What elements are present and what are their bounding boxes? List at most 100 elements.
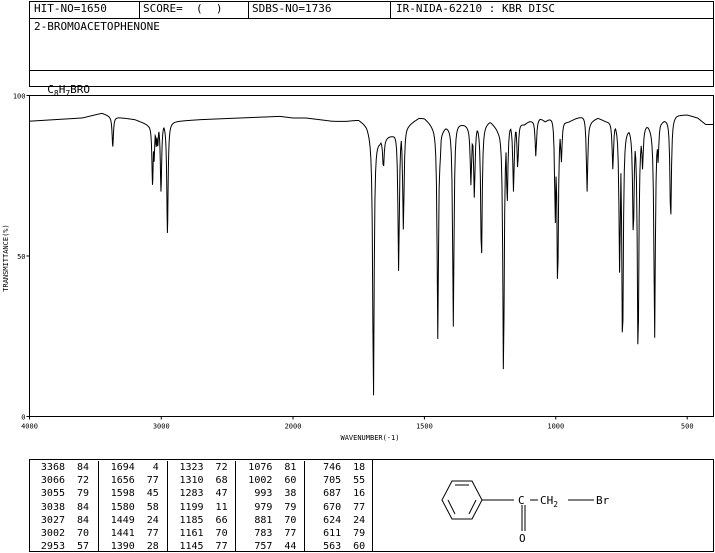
peak-transmittance: 66 — [215, 514, 228, 526]
peak-transmittance: 77 — [353, 501, 366, 513]
peak-transmittance: 11 — [215, 501, 228, 513]
peak-transmittance: 60 — [353, 541, 366, 553]
peak-wavenumber: 611 — [323, 528, 342, 540]
peak-wavenumber: 1323 — [179, 462, 204, 473]
y-axis-label: TRANSMITTANCE(%) — [2, 224, 10, 291]
peak-row: 3038 84 — [35, 501, 98, 514]
peak-wavenumber: 705 — [323, 475, 342, 487]
peak-row: 746 18 — [311, 461, 373, 474]
y-tick-label: 50 — [17, 253, 25, 261]
peak-wavenumber: 3066 — [40, 475, 65, 487]
peak-transmittance: 60 — [284, 475, 297, 487]
peak-wavenumber: 979 — [254, 501, 273, 513]
peak-row: 670 77 — [311, 501, 373, 514]
peak-row: 1449 24 — [105, 514, 167, 527]
peak-transmittance: 81 — [284, 462, 297, 473]
x-tick-label: 1500 — [416, 423, 433, 431]
y-axis-ticks: 100 50 0 — [13, 93, 30, 422]
peak-transmittance: 16 — [353, 488, 366, 500]
peak-transmittance: 84 — [76, 514, 89, 526]
peak-row: 1580 58 — [105, 501, 167, 514]
peak-transmittance: 4 — [152, 462, 159, 473]
peak-wavenumber: 563 — [323, 541, 342, 553]
peak-transmittance: 70 — [76, 528, 89, 540]
peak-transmittance: 79 — [76, 488, 89, 500]
peak-row: 1185 66 — [174, 514, 236, 527]
peak-row: 979 79 — [242, 501, 304, 514]
spectrum-trace — [29, 112, 714, 396]
peak-row: 3055 79 — [35, 487, 98, 500]
peak-wavenumber: 1598 — [110, 488, 135, 500]
peak-transmittance: 44 — [284, 541, 297, 553]
x-tick-label: 3000 — [153, 423, 170, 431]
oxygen-atom: O — [519, 532, 526, 545]
peak-table: 3368 84 3066 72 3055 79 3038 84 3027 84 3002 70 2953… — [29, 461, 373, 553]
peak-wavenumber: 3027 — [40, 514, 65, 526]
peak-row: 624 24 — [311, 514, 373, 527]
peak-column: 1323 72 1310 68 1283 47 1199 11 1185 66 1161 70 1145… — [166, 461, 236, 553]
peak-row: 611 79 — [311, 527, 373, 540]
peak-transmittance: 84 — [76, 462, 89, 473]
peak-wavenumber: 1076 — [248, 462, 273, 473]
ch2-group: CH2 — [540, 494, 558, 509]
peak-transmittance: 24 — [146, 514, 159, 526]
peak-transmittance: 47 — [215, 488, 228, 500]
bromine-atom: Br — [596, 494, 610, 507]
peak-row: 2953 57 — [35, 540, 98, 553]
peak-row: 705 55 — [311, 474, 373, 487]
y-tick-label: 0 — [21, 414, 25, 422]
peak-transmittance: 45 — [146, 488, 159, 500]
peak-row: 757 44 — [242, 540, 304, 553]
peak-row: 3002 70 — [35, 527, 98, 540]
peak-wavenumber: 1694 — [110, 462, 135, 473]
peak-column: 746 18 705 55 687 16 670 77 624 24 611 79 563 60 — [304, 461, 373, 553]
peak-transmittance: 55 — [353, 475, 366, 487]
peak-row: 1441 77 — [105, 527, 167, 540]
peak-row: 1598 45 — [105, 487, 167, 500]
peak-transmittance: 77 — [146, 475, 159, 487]
peak-wavenumber: 1390 — [110, 541, 135, 553]
peak-row: 1390 28 — [105, 540, 167, 553]
peak-row: 881 70 — [242, 514, 304, 527]
x-tick-label: 2000 — [285, 423, 302, 431]
peak-wavenumber: 1283 — [179, 488, 204, 500]
peak-transmittance: 58 — [146, 501, 159, 513]
peak-row: 1310 68 — [174, 474, 236, 487]
peak-transmittance: 28 — [146, 541, 159, 553]
peak-row: 1694 4 — [105, 461, 167, 474]
x-tick-label: 1000 — [547, 423, 564, 431]
x-tick-label: 4000 — [21, 423, 38, 431]
peak-transmittance: 79 — [353, 528, 366, 540]
peak-wavenumber: 2953 — [40, 541, 65, 553]
peak-transmittance: 79 — [284, 501, 297, 513]
peak-transmittance: 38 — [284, 488, 297, 500]
peak-row: 687 16 — [311, 487, 373, 500]
peak-wavenumber: 1161 — [179, 528, 204, 540]
ir-spectrum-chart: 100500 4000 3000 2000 1500 1000 500 TRANSMITT… — [2, 93, 714, 442]
peak-column: 1076 81 1002 60 993 38 979 79 881 70 783 77 757 44 — [235, 461, 304, 553]
peak-row: 1076 81 — [242, 461, 304, 474]
carbonyl-carbon: C — [518, 494, 525, 507]
peak-wavenumber: 1656 — [110, 475, 135, 487]
peak-wavenumber: 1145 — [179, 541, 204, 553]
peak-wavenumber: 881 — [254, 514, 273, 526]
peak-wavenumber: 3038 — [40, 501, 65, 513]
peak-transmittance: 68 — [215, 475, 228, 487]
peak-wavenumber: 757 — [254, 541, 273, 553]
peak-transmittance: 84 — [76, 501, 89, 513]
y-tick-label: 100 — [13, 93, 26, 101]
plot-frame — [29, 95, 714, 417]
peak-transmittance: 77 — [284, 528, 297, 540]
peak-wavenumber: 3055 — [40, 488, 65, 500]
peak-wavenumber: 1002 — [248, 475, 273, 487]
peak-column: 1694 4 1656 77 1598 45 1580 58 1449 24 1441 77 1390 2… — [97, 461, 167, 553]
peak-wavenumber: 3368 — [40, 462, 65, 473]
peak-transmittance: 70 — [284, 514, 297, 526]
peak-row: 3368 84 — [35, 461, 98, 474]
peak-row: 563 60 — [311, 540, 373, 553]
peak-row: 3066 72 — [35, 474, 98, 487]
peak-row: 993 38 — [242, 487, 304, 500]
peak-transmittance: 77 — [215, 541, 228, 553]
peak-wavenumber: 1310 — [179, 475, 204, 487]
peak-wavenumber: 1199 — [179, 501, 204, 513]
